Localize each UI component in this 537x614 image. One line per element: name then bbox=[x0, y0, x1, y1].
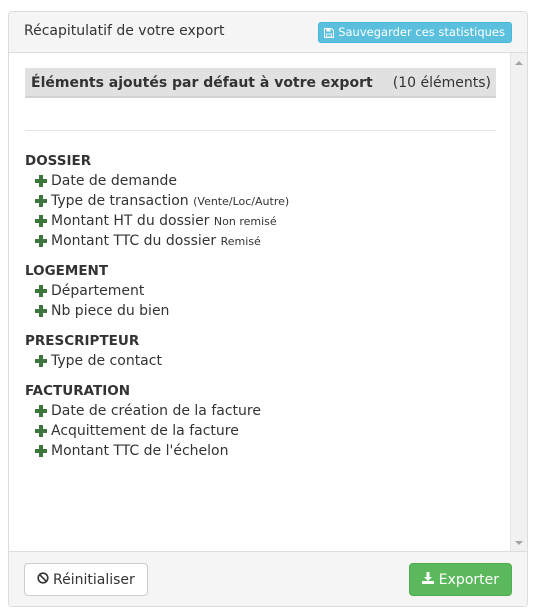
export-button[interactable]: Exporter bbox=[408, 563, 512, 596]
plus-icon bbox=[35, 285, 47, 297]
panel-footer: Réinitialiser Exporter bbox=[9, 551, 527, 606]
list-item: Date de création de la facture bbox=[25, 401, 495, 421]
plus-icon bbox=[35, 445, 47, 457]
export-label: Exporter bbox=[438, 571, 499, 588]
plus-icon bbox=[35, 405, 47, 417]
reset-label: Réinitialiser bbox=[53, 571, 135, 588]
item-label: Montant TTC du dossier bbox=[51, 233, 217, 249]
group-title: LOGEMENT bbox=[25, 263, 109, 279]
group-title: FACTURATION bbox=[25, 383, 131, 399]
floppy-disk-icon bbox=[324, 27, 335, 38]
plus-icon bbox=[35, 215, 47, 227]
group-title: PRESCRIPTEUR bbox=[25, 333, 140, 349]
plus-icon bbox=[35, 175, 47, 187]
list-item: Montant TTC de l'échelon bbox=[25, 441, 495, 461]
panel-title: Récapitulatif de votre export bbox=[24, 23, 225, 39]
item-label: Type de contact bbox=[51, 353, 162, 369]
summary-count: (10 éléments) bbox=[392, 75, 491, 91]
export-summary-panel: Récapitulatif de votre export Sauvegarde… bbox=[8, 11, 528, 607]
save-statistics-button[interactable]: Sauvegarder ces statistiques bbox=[318, 22, 512, 43]
item-label: Nb piece du bien bbox=[51, 303, 170, 319]
item-label: Acquittement de la facture bbox=[51, 423, 239, 439]
group-facturation: FACTURATION Date de création de la factu… bbox=[25, 381, 495, 461]
list-item: Date de demande bbox=[25, 171, 495, 191]
summary-title: Éléments ajoutés par défaut à votre expo… bbox=[31, 75, 373, 91]
item-note: Non remisé bbox=[213, 215, 277, 228]
plus-icon bbox=[35, 195, 47, 207]
download-icon bbox=[421, 571, 434, 588]
plus-icon bbox=[35, 425, 47, 437]
reset-button[interactable]: Réinitialiser bbox=[24, 563, 148, 596]
group-prescripteur: PRESCRIPTEUR Type de contact bbox=[25, 331, 495, 371]
item-label: Date de création de la facture bbox=[51, 403, 261, 419]
item-note: (Vente/Loc/Autre) bbox=[193, 195, 290, 208]
list-item: Type de transaction (Vente/Loc/Autre) bbox=[25, 191, 495, 211]
list-item: Type de contact bbox=[25, 351, 495, 371]
plus-icon bbox=[35, 235, 47, 247]
item-label: Montant TTC de l'échelon bbox=[51, 443, 229, 459]
item-label: Montant HT du dossier bbox=[51, 213, 210, 229]
divider bbox=[25, 130, 496, 131]
ban-icon bbox=[37, 571, 49, 588]
list-item: Nb piece du bien bbox=[25, 301, 495, 321]
item-note: Remisé bbox=[220, 235, 261, 248]
group-title: DOSSIER bbox=[25, 153, 92, 169]
item-label: Date de demande bbox=[51, 173, 177, 189]
panel-header: Récapitulatif de votre export Sauvegarde… bbox=[9, 12, 527, 53]
default-elements-summary: Éléments ajoutés par défaut à votre expo… bbox=[25, 68, 496, 98]
plus-icon bbox=[35, 355, 47, 367]
scroll-down-arrow-icon[interactable] bbox=[515, 541, 523, 545]
panel-body: Éléments ajoutés par défaut à votre expo… bbox=[9, 53, 527, 553]
list-item: Acquittement de la facture bbox=[25, 421, 495, 441]
list-item: Département bbox=[25, 281, 495, 301]
save-statistics-label: Sauvegarder ces statistiques bbox=[338, 25, 505, 39]
item-label: Type de transaction bbox=[51, 193, 189, 209]
list-item: Montant HT du dossier Non remisé bbox=[25, 211, 495, 231]
vertical-scrollbar[interactable] bbox=[510, 53, 527, 553]
group-dossier: DOSSIER Date de demande Type de transact… bbox=[25, 151, 495, 251]
group-logement: LOGEMENT Département Nb piece du bien bbox=[25, 261, 495, 321]
plus-icon bbox=[35, 305, 47, 317]
item-label: Département bbox=[51, 283, 145, 299]
scroll-up-arrow-icon[interactable] bbox=[515, 61, 523, 65]
list-item: Montant TTC du dossier Remisé bbox=[25, 231, 495, 251]
